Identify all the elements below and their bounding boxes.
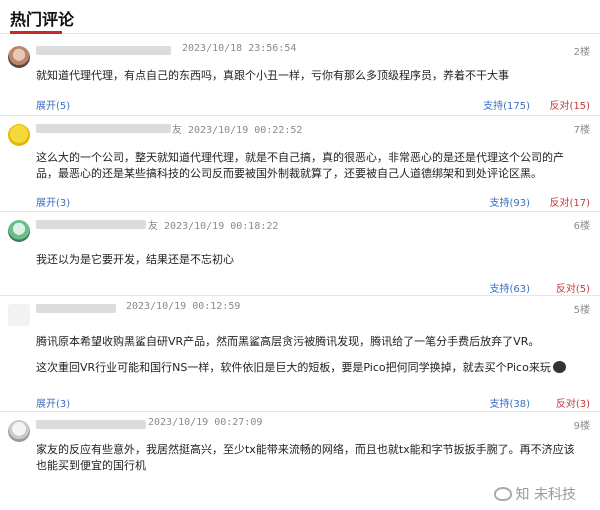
expand-replies-button[interactable]: 展开(3) [36, 395, 70, 410]
comment-paragraph: 我还以为是它要开发，结果还是不忘初心 [36, 253, 234, 266]
support-button[interactable]: 支持(93) [489, 194, 530, 209]
support-button[interactable]: 支持(175) [483, 97, 530, 112]
oppose-button[interactable]: 反对(15) [549, 97, 590, 112]
comment-time: 2023/10/19 00:12:59 [126, 301, 241, 312]
avatar[interactable] [8, 220, 30, 242]
weibo-watermark: 知 未科技 [493, 484, 576, 504]
comment-text: 我还以为是它要开发，结果还是不忘初心 [36, 252, 581, 268]
username-redacted[interactable] [36, 124, 171, 133]
comment-text: 腾讯原本希望收购黑鲨自研VR产品，然而黑鲨高层贪污被腾讯发现，腾讯给了一笔分手费… [36, 334, 581, 376]
emoji-icon [552, 361, 566, 373]
username-redacted[interactable] [36, 304, 116, 313]
comment-paragraph: 这次重回VR行业可能和国行NS一样，软件依旧是巨大的短板，要是Pico把何同学换… [36, 360, 581, 376]
comment-item: 2023/10/19 00:12:59 5楼 腾讯原本希望收购黑鲨自研VR产品，… [0, 296, 600, 412]
expand-replies-button[interactable]: 展开(3) [36, 194, 70, 209]
comment-paragraph-text: 这次重回VR行业可能和国行NS一样，软件依旧是巨大的短板，要是Pico把何同学换… [36, 361, 551, 374]
title-underline [10, 31, 62, 34]
floor-number: 5楼 [573, 305, 590, 316]
username-redacted[interactable] [36, 220, 146, 229]
floor-number: 9楼 [573, 421, 590, 432]
section-title: 热门评论 [10, 10, 75, 29]
watermark-text: 知 未科技 [515, 487, 576, 503]
comment-time: 友 2023/10/19 00:18:22 [148, 221, 279, 232]
weibo-logo-icon [493, 487, 512, 501]
avatar[interactable] [8, 46, 30, 68]
oppose-button[interactable]: 反对(3) [556, 395, 590, 410]
comment-time: 2023/10/19 00:27:09 [148, 417, 263, 428]
comment-item: 友 2023/10/19 00:22:52 7楼 这么大的一个公司，整天就知道代… [0, 116, 600, 212]
oppose-button[interactable]: 反对(17) [549, 194, 590, 209]
avatar[interactable] [8, 420, 30, 442]
comment-paragraph: 这么大的一个公司，整天就知道代理代理，就是不自己搞，真的很恶心，非常恶心的是还是… [36, 151, 564, 180]
hot-comments-header: 热门评论 [0, 0, 600, 34]
username-redacted[interactable] [36, 46, 171, 55]
comment-time: 2023/10/18 23:56:54 [182, 43, 297, 54]
floor-number: 7楼 [573, 125, 590, 136]
username-redacted[interactable] [36, 420, 146, 429]
comment-item: 2023/10/18 23:56:54 2楼 就知道代理代理，有点自己的东西吗，… [0, 38, 600, 116]
comment-text: 就知道代理代理，有点自己的东西吗，真跟个小丑一样，亏你有那么多顶级程序员，养着不… [36, 68, 581, 84]
comment-time: 友 2023/10/19 00:22:52 [172, 125, 303, 136]
comment-item: 友 2023/10/19 00:18:22 6楼 我还以为是它要开发，结果还是不… [0, 212, 600, 296]
avatar[interactable] [8, 124, 30, 146]
avatar[interactable] [8, 304, 30, 326]
expand-replies-button[interactable]: 展开(5) [36, 97, 70, 112]
support-button[interactable]: 支持(63) [489, 280, 530, 295]
comment-text: 家友的反应有些意外，我居然挺高兴，至少tx能带来流畅的网络，而且也就tx能和字节… [36, 442, 581, 474]
comment-paragraph: 家友的反应有些意外，我居然挺高兴，至少tx能带来流畅的网络，而且也就tx能和字节… [36, 443, 575, 472]
comment-paragraph: 就知道代理代理，有点自己的东西吗，真跟个小丑一样，亏你有那么多顶级程序员，养着不… [36, 69, 509, 82]
oppose-button[interactable]: 反对(5) [556, 280, 590, 295]
floor-number: 2楼 [573, 47, 590, 58]
floor-number: 6楼 [573, 221, 590, 232]
comment-paragraph: 腾讯原本希望收购黑鲨自研VR产品，然而黑鲨高层贪污被腾讯发现，腾讯给了一笔分手费… [36, 335, 540, 348]
support-button[interactable]: 支持(38) [489, 395, 530, 410]
comment-text: 这么大的一个公司，整天就知道代理代理，就是不自己搞，真的很恶心，非常恶心的是还是… [36, 150, 581, 182]
